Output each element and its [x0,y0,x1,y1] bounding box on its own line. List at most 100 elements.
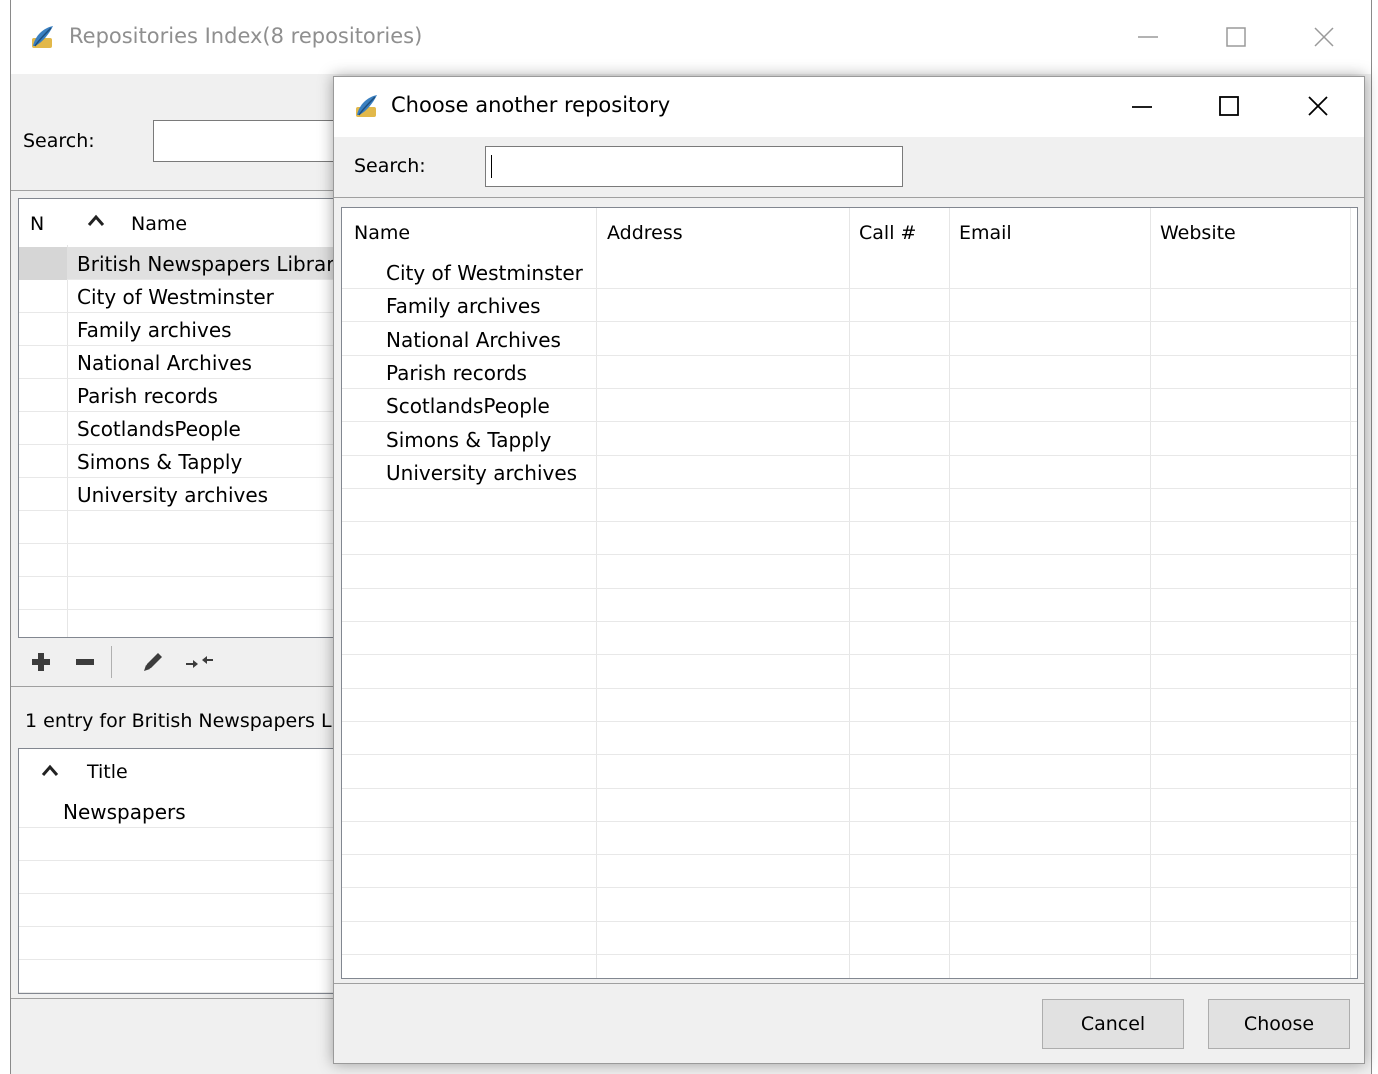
column-header-address[interactable]: Address [607,222,683,244]
table-row[interactable] [342,589,1357,622]
choose-repository-dialog: Choose another repository Search: Name A… [333,76,1365,1064]
repository-name: ScotlandsPeople [77,417,241,441]
table-row[interactable]: City of Westminster [19,280,347,313]
table-row[interactable]: National Archives [342,323,1357,356]
main-titlebar[interactable]: Repositories Index(8 repositories) [11,0,1371,74]
repository-name: ScotlandsPeople [386,394,550,419]
table-row[interactable] [19,610,347,637]
repository-name: Simons & Tapply [77,450,243,474]
table-row[interactable]: Simons & Tapply [342,423,1357,456]
table-row[interactable]: National Archives [19,346,347,379]
table-row[interactable]: ScotlandsPeople [342,389,1357,423]
minimize-icon [1138,36,1158,38]
table-row[interactable]: University archives [342,456,1357,489]
repository-name: University archives [77,483,269,507]
quill-icon [356,95,377,117]
table-row[interactable]: University archives [19,478,347,511]
table-row[interactable] [19,828,347,861]
table-row[interactable] [342,489,1357,523]
add-repository-button[interactable] [27,648,55,676]
repository-name: City of Westminster [386,261,583,285]
dialog-maximize-button[interactable] [1206,83,1252,129]
repositories-table[interactable]: N Name British Newspapers Library City of… [18,198,348,638]
row-number-cell [19,247,67,280]
table-row[interactable] [342,556,1357,589]
table-row[interactable]: Newspapers [19,795,347,828]
dialog-search-label: Search: [354,155,426,177]
table-row[interactable] [19,577,347,610]
column-header-email[interactable]: Email [959,222,1012,244]
toolbar-separator [111,646,112,678]
maximize-icon [1226,27,1246,47]
dialog-minimize-button[interactable] [1119,83,1165,129]
table-row[interactable] [342,722,1357,756]
table-row[interactable] [19,927,347,960]
column-header-call-number[interactable]: Call # [859,222,916,244]
table-row[interactable] [342,955,1357,978]
repository-name: University archives [386,460,578,485]
entries-caption: 1 entry for British Newspapers Lib [25,710,349,732]
table-row[interactable]: Family archives [19,313,347,346]
pencil-icon [144,653,162,671]
dialog-search-input[interactable] [485,146,903,187]
entries-table[interactable]: Title Newspapers [18,748,348,994]
table-row[interactable] [342,522,1357,556]
repository-name: Parish records [386,360,527,385]
table-row[interactable] [342,756,1357,789]
dialog-titlebar[interactable]: Choose another repository [334,77,1364,137]
repository-name: Family archives [386,294,541,319]
table-row[interactable]: British Newspapers Library [19,247,347,280]
sort-ascending-icon [41,764,59,776]
column-header-name[interactable]: Name [354,222,410,244]
column-header-name[interactable]: Name [131,213,187,235]
table-row[interactable]: Parish records [19,379,347,412]
minimize-icon [1132,106,1152,108]
cancel-button[interactable]: Cancel [1042,999,1184,1049]
table-row[interactable] [19,544,347,577]
table-row[interactable] [342,822,1357,856]
text-caret [491,155,492,178]
table-row[interactable] [342,622,1357,656]
divider [334,197,1364,198]
entry-title: Newspapers [63,800,186,824]
divider [11,686,351,687]
table-row[interactable] [342,689,1357,722]
table-row[interactable]: Family archives [342,289,1357,323]
table-row[interactable]: Simons & Tapply [19,445,347,478]
table-row[interactable] [342,789,1357,822]
repository-name: British Newspapers Library [77,252,347,276]
merge-repositories-button[interactable] [185,648,213,676]
table-row[interactable]: ScotlandsPeople [19,412,347,445]
remove-repository-button[interactable] [71,648,99,676]
close-button[interactable] [1301,14,1347,60]
table-row[interactable] [342,656,1357,689]
close-icon [1314,27,1334,47]
table-row[interactable] [19,960,347,993]
plus-icon [32,653,50,671]
table-row[interactable] [342,855,1357,889]
minimize-button[interactable] [1125,14,1171,60]
maximize-icon [1219,96,1239,116]
quill-icon [32,26,53,48]
table-row[interactable] [19,511,347,544]
dialog-close-button[interactable] [1295,83,1341,129]
table-row[interactable]: Parish records [342,356,1357,389]
table-row[interactable] [342,922,1357,955]
table-row[interactable]: City of Westminster [342,256,1357,289]
table-row[interactable] [19,894,347,927]
edit-repository-button[interactable] [139,648,167,676]
table-row[interactable] [19,861,347,894]
minus-icon [76,659,94,665]
column-header-website[interactable]: Website [1160,222,1236,244]
repository-choice-table[interactable]: Name Address Call # Email Website City o… [341,207,1358,979]
repository-name: Simons & Tapply [386,427,552,452]
column-header-n[interactable]: N [30,213,44,235]
table-row[interactable] [342,889,1357,922]
maximize-button[interactable] [1213,14,1259,60]
column-header-title[interactable]: Title [87,761,128,783]
merge-arrows-icon [186,656,213,668]
choose-button[interactable]: Choose [1208,999,1350,1049]
repository-name: Family archives [77,318,232,342]
repository-name: Parish records [77,384,218,408]
main-search-label: Search: [23,130,95,152]
